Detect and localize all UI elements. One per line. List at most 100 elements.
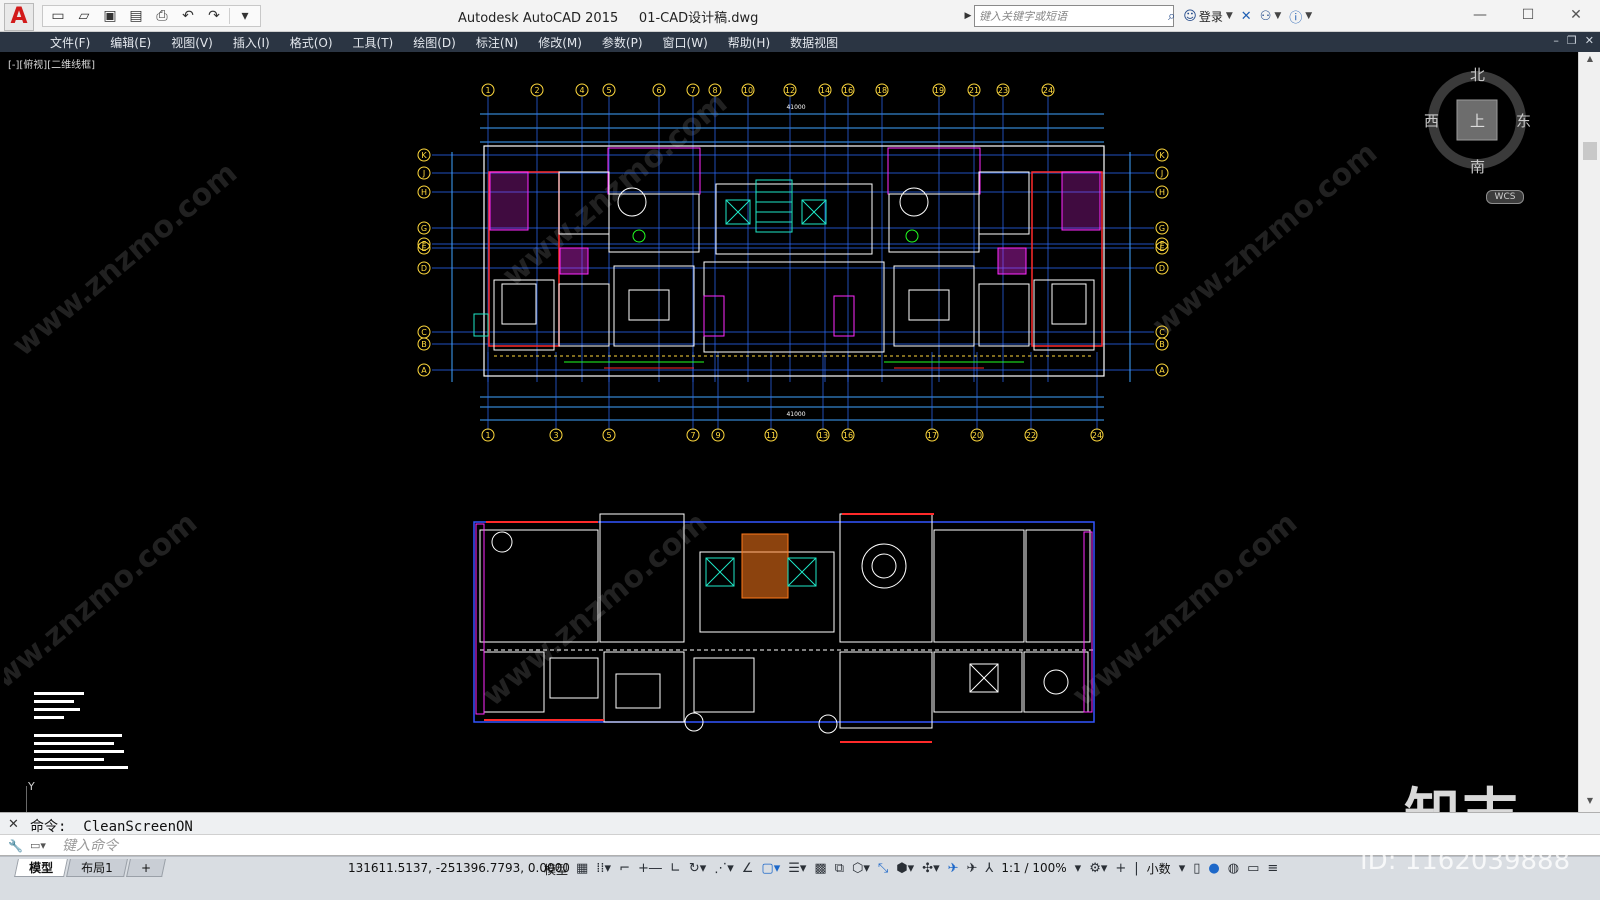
undo-icon[interactable]: ↶: [177, 6, 199, 26]
wcs-menu[interactable]: WCS: [1486, 190, 1524, 204]
scroll-up-icon[interactable]: ▲: [1579, 54, 1600, 68]
command-input[interactable]: [62, 836, 1562, 855]
compass-west[interactable]: 西: [1424, 110, 1439, 131]
binoculars-icon[interactable]: ⌕: [1168, 6, 1175, 26]
selection-filter-icon[interactable]: ⬢▾: [896, 859, 914, 877]
ortho-icon[interactable]: ∟: [670, 859, 681, 877]
clean-screen-icon[interactable]: ▭: [1247, 859, 1259, 877]
viewcube-top-face[interactable]: 上: [1470, 110, 1485, 131]
doc-minimize-icon[interactable]: –: [1553, 34, 1559, 47]
infer-constraints-icon[interactable]: ⌐: [619, 859, 630, 877]
save-as-icon[interactable]: ▤: [125, 6, 147, 26]
doc-restore-icon[interactable]: ❐: [1567, 34, 1577, 47]
auto-scale-icon[interactable]: ✈: [967, 859, 978, 877]
axis-bubble-top-2: 2: [534, 86, 539, 95]
login-label: 登录: [1198, 9, 1223, 24]
axis-bubble-bottom-7: 7: [690, 431, 695, 440]
compass-east[interactable]: 东: [1516, 110, 1531, 131]
close-icon[interactable]: ✕: [8, 817, 19, 832]
command-prompt-icon[interactable]: ▭▾: [30, 839, 46, 852]
grid-icon[interactable]: ▦: [576, 859, 588, 877]
axis-bubble-right-E: E: [1159, 244, 1164, 253]
menu-data-view[interactable]: 数据视图: [790, 34, 838, 51]
axis-bubble-top-14: 14: [820, 86, 830, 95]
axis-bubble-top-7: 7: [690, 86, 695, 95]
isodraft-icon[interactable]: ⋰▾: [714, 859, 734, 877]
cursor-coordinates[interactable]: 131611.5137, -251396.7793, 0.0000: [348, 861, 570, 875]
close-icon[interactable]: ✕: [1552, 0, 1600, 30]
file-name: 01-CAD设计稿.dwg: [638, 11, 759, 26]
menu-window[interactable]: 窗口(W): [663, 34, 708, 51]
chevron-down-icon: ▼: [1274, 11, 1282, 21]
lineweight-icon[interactable]: ☰▾: [788, 859, 806, 877]
isolate-objects-icon[interactable]: ●: [1208, 859, 1219, 877]
polar-tracking-icon[interactable]: ↻▾: [689, 859, 706, 877]
hardware-acceleration-icon[interactable]: ◍: [1228, 859, 1239, 877]
annotation-scale-icon[interactable]: ⅄: [985, 859, 993, 877]
3d-object-snap-icon[interactable]: ⬡▾: [852, 859, 870, 877]
menu-format[interactable]: 格式(O): [290, 34, 333, 51]
selection-cycling-icon[interactable]: ⧉: [835, 859, 844, 877]
snap-icon[interactable]: ⁞⁞▾: [596, 859, 611, 877]
menu-edit[interactable]: 编辑(E): [110, 34, 151, 51]
a360-icon[interactable]: ⚇ ▼: [1260, 6, 1282, 26]
application-menu-button[interactable]: A: [4, 3, 34, 31]
annotation-monitor-icon[interactable]: +: [1115, 859, 1126, 877]
vertical-scrollbar[interactable]: ▲ ▼: [1578, 52, 1600, 812]
add-layout-button[interactable]: +: [125, 859, 166, 877]
axis-bubble-top-21: 21: [969, 86, 979, 95]
dynamic-input-icon[interactable]: +―: [638, 859, 662, 877]
object-snap-tracking-icon[interactable]: ∠: [742, 859, 754, 877]
scroll-down-icon[interactable]: ▼: [1579, 796, 1600, 810]
axis-bubble-bottom-13: 13: [818, 431, 828, 440]
menu-modify[interactable]: 修改(M): [538, 34, 582, 51]
annotation-visibility-icon[interactable]: ✈: [948, 859, 959, 877]
axis-bubble-top-4: 4: [579, 86, 584, 95]
compass-north[interactable]: 北: [1470, 64, 1485, 85]
wrench-icon[interactable]: 🔧: [8, 839, 23, 853]
menu-insert[interactable]: 插入(I): [233, 34, 270, 51]
customize-icon[interactable]: ▾: [234, 6, 256, 26]
search-input[interactable]: [974, 5, 1174, 27]
menu-parametric[interactable]: 参数(P): [602, 34, 643, 51]
chevron-down-icon[interactable]: ▾: [1179, 859, 1186, 877]
help-icon[interactable]: ⓘ ▼: [1289, 6, 1312, 26]
redo-icon[interactable]: ↷: [203, 6, 225, 26]
units-setting[interactable]: 小数: [1147, 859, 1171, 877]
viewport-scale[interactable]: 1:1 / 100%: [1001, 859, 1066, 877]
menu-file[interactable]: 文件(F): [50, 34, 90, 51]
dynamic-ucs-icon[interactable]: ⤡: [878, 859, 888, 877]
tab-model[interactable]: 模型: [14, 859, 68, 877]
quick-access-toolbar: ▭ ▱ ▣ ▤ ⎙ ↶ ↷ ▾: [42, 5, 261, 27]
bottom-axis-bubbles: 1 3 5 7 9 11 13 16 17 20 22 24: [481, 428, 1104, 442]
quick-properties-icon[interactable]: ▯: [1193, 859, 1200, 877]
gizmo-icon[interactable]: ✣▾: [922, 859, 939, 877]
menu-tools[interactable]: 工具(T): [353, 34, 394, 51]
exchange-apps-icon[interactable]: ✕: [1241, 6, 1252, 26]
command-history-text: 命令: _CleanScreenON: [30, 819, 193, 835]
doc-close-icon[interactable]: ✕: [1585, 34, 1594, 47]
search-expand-icon[interactable]: ▶: [962, 5, 974, 27]
customization-icon[interactable]: ≡: [1267, 859, 1278, 877]
chevron-down-icon[interactable]: ▾: [1075, 859, 1082, 877]
menu-help[interactable]: 帮助(H): [728, 34, 770, 51]
open-icon[interactable]: ▱: [73, 6, 95, 26]
command-history: ✕ 命令: _CleanScreenON: [0, 812, 1600, 835]
model-space-toggle[interactable]: 模型: [544, 861, 568, 878]
print-icon[interactable]: ⎙: [151, 6, 173, 26]
workspace-gear-icon[interactable]: ⚙▾: [1089, 859, 1107, 877]
scroll-thumb[interactable]: [1583, 142, 1597, 160]
tab-layout1[interactable]: 布局1: [66, 859, 128, 877]
user-icon[interactable]: ☺ 登录 ▼: [1183, 6, 1233, 26]
menu-view[interactable]: 视图(V): [171, 34, 213, 51]
minimize-icon[interactable]: —: [1456, 0, 1504, 30]
menu-draw[interactable]: 绘图(D): [413, 34, 456, 51]
save-icon[interactable]: ▣: [99, 6, 121, 26]
maximize-icon[interactable]: ☐: [1504, 0, 1552, 30]
transparency-icon[interactable]: ▩: [814, 859, 826, 877]
object-snap-icon[interactable]: ▢▾: [761, 859, 780, 877]
menu-dimension[interactable]: 标注(N): [476, 34, 518, 51]
drawing-canvas[interactable]: [-][俯视][二维线框] www.znzmo.com www.znzmo.co…: [4, 52, 1578, 812]
new-icon[interactable]: ▭: [47, 6, 69, 26]
compass-south[interactable]: 南: [1470, 156, 1485, 177]
